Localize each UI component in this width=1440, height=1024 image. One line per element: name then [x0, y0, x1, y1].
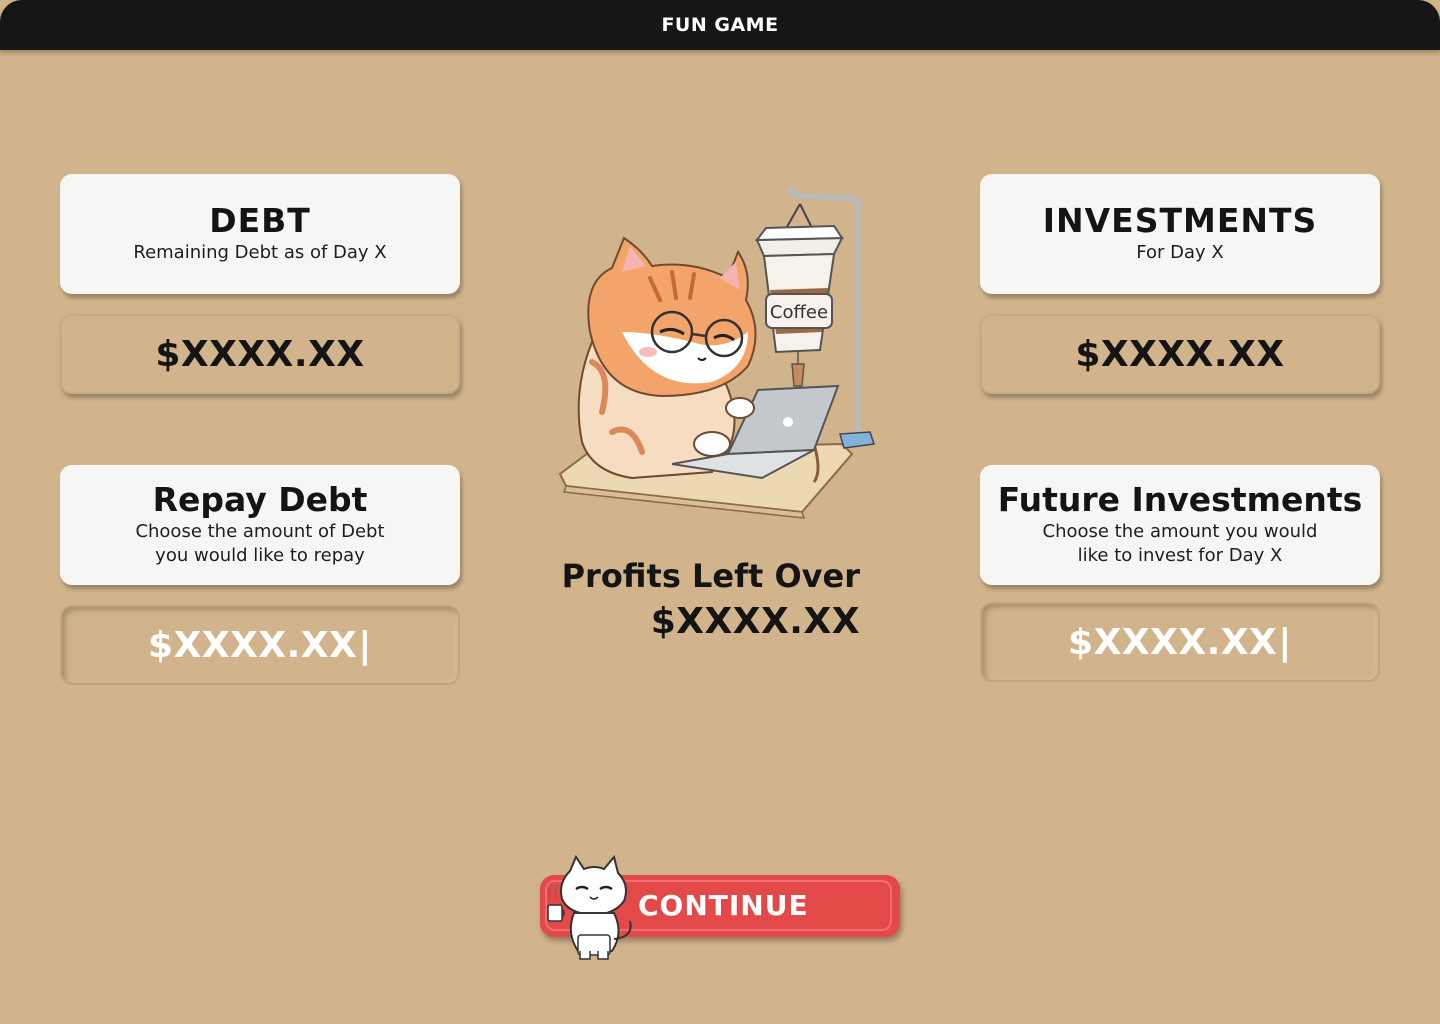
- future-investments-line1: Choose the amount you would: [1042, 521, 1318, 542]
- future-investments-title: Future Investments: [997, 480, 1363, 519]
- investments-value-box: $XXXX.XX: [980, 314, 1380, 394]
- text-cursor: |: [358, 624, 372, 666]
- future-investments-input-value: $XXXX.XX: [1068, 621, 1278, 663]
- continue-label: CONTINUE: [638, 889, 809, 922]
- repay-debt-input-value: $XXXX.XX: [148, 624, 358, 666]
- profits-value: $XXXX.XX: [650, 601, 860, 642]
- profits-label: Profits Left Over: [561, 557, 860, 595]
- debt-subtitle: Remaining Debt as of Day X: [133, 242, 387, 263]
- investments-title: INVESTMENTS: [1042, 201, 1318, 240]
- cat-coffee-illustration: Coffee: [558, 186, 875, 519]
- future-investments-input[interactable]: $XXXX.XX |: [980, 602, 1380, 682]
- debt-value-box: $XXXX.XX: [60, 314, 460, 394]
- title-bar: FUN GAME: [0, 0, 1440, 50]
- game-title: FUN GAME: [661, 14, 779, 36]
- text-cursor: |: [1278, 621, 1292, 663]
- repay-debt-title: Repay Debt: [152, 480, 368, 519]
- future-investments-line2: like to invest for Day X: [1077, 545, 1283, 566]
- debt-card: DEBT Remaining Debt as of Day X: [60, 174, 460, 294]
- investments-subtitle: For Day X: [1136, 242, 1224, 263]
- repay-debt-line1: Choose the amount of Debt: [135, 521, 385, 542]
- future-investments-card: Future Investments Choose the amount you…: [980, 465, 1380, 585]
- repay-debt-input[interactable]: $XXXX.XX |: [60, 605, 460, 685]
- debt-value: $XXXX.XX: [155, 333, 365, 375]
- repay-debt-card: Repay Debt Choose the amount of Debt you…: [60, 465, 460, 585]
- investments-value: $XXXX.XX: [1075, 333, 1285, 375]
- debt-title: DEBT: [209, 201, 311, 240]
- profits-panel: Profits Left Over $XXXX.XX: [560, 555, 860, 647]
- repay-debt-line2: you would like to repay: [155, 545, 365, 566]
- cat-mascot-icon: [547, 855, 632, 960]
- investments-card: INVESTMENTS For Day X: [980, 174, 1380, 294]
- cup-label: Coffee: [770, 302, 828, 323]
